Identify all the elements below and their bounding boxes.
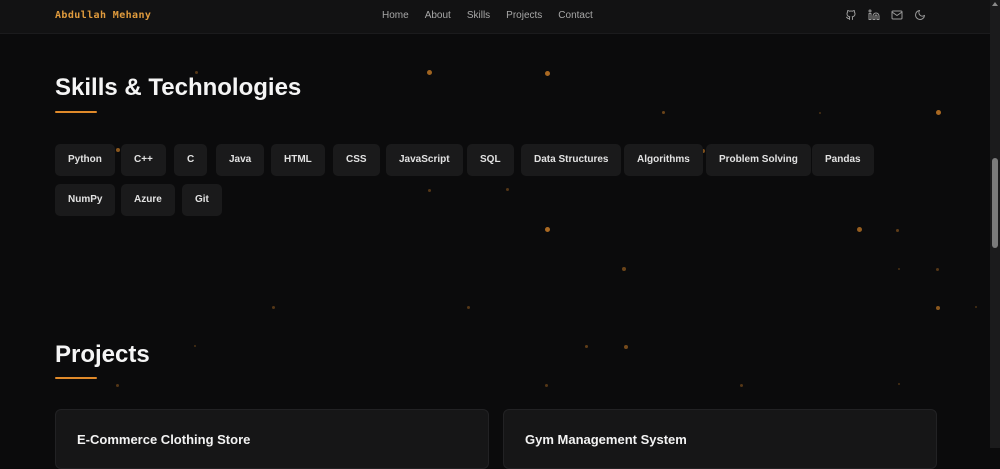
particle — [272, 306, 275, 309]
particle — [427, 70, 432, 75]
particle — [936, 306, 940, 310]
nav-link-projects[interactable]: Projects — [506, 10, 542, 21]
projects-title-underline — [55, 377, 97, 379]
particle — [898, 383, 900, 385]
skill-chip[interactable]: Problem Solving — [706, 144, 811, 176]
particle — [585, 345, 588, 348]
skill-chip[interactable]: JavaScript — [386, 144, 463, 176]
github-icon[interactable] — [845, 9, 857, 21]
particle — [936, 268, 939, 271]
nav-link-contact[interactable]: Contact — [558, 10, 592, 21]
skills-title-underline — [55, 111, 97, 113]
skill-chip[interactable]: CSS — [333, 144, 380, 176]
nav-link-about[interactable]: About — [425, 10, 451, 21]
nav-icons — [845, 9, 937, 21]
linkedin-icon[interactable] — [868, 9, 880, 21]
skill-chip[interactable]: C++ — [121, 144, 166, 176]
project-card[interactable]: E-Commerce Clothing Store — [55, 409, 489, 469]
skill-chip[interactable]: Data Structures — [521, 144, 622, 176]
nav-link-skills[interactable]: Skills — [467, 10, 490, 21]
scrollbar-thumb[interactable] — [992, 158, 998, 248]
projects-section-title: Projects — [55, 341, 150, 368]
skill-chip[interactable]: Git — [182, 184, 222, 216]
skill-chip[interactable]: Azure — [121, 184, 175, 216]
brand-logo[interactable]: Abdullah Mehany — [55, 10, 151, 21]
skill-chip[interactable]: Pandas — [812, 144, 874, 176]
moon-icon[interactable] — [914, 9, 926, 21]
particle — [116, 384, 119, 387]
skill-chip[interactable]: Python — [55, 144, 115, 176]
project-card-title: E-Commerce Clothing Store — [77, 432, 251, 447]
particle — [975, 306, 977, 308]
particle — [898, 268, 900, 270]
scroll-up-arrow-icon[interactable] — [992, 2, 998, 6]
particle — [622, 267, 626, 271]
particle — [936, 110, 941, 115]
particle — [467, 306, 470, 309]
particle — [428, 189, 431, 192]
page-scrollbar[interactable] — [990, 0, 1000, 448]
particle — [740, 384, 743, 387]
particle — [545, 71, 550, 76]
skill-chip[interactable]: SQL — [467, 144, 514, 176]
particle — [624, 345, 628, 349]
mail-icon[interactable] — [891, 9, 903, 21]
nav-link-home[interactable]: Home — [382, 10, 409, 21]
skill-chip[interactable]: Algorithms — [624, 144, 703, 176]
particle — [857, 227, 862, 232]
skill-chip[interactable]: Java — [216, 144, 265, 176]
navbar: Abdullah Mehany Home About Skills Projec… — [0, 0, 990, 34]
particle — [662, 111, 665, 114]
skill-chip[interactable]: C — [174, 144, 208, 176]
particle — [896, 229, 899, 232]
nav-links: Home About Skills Projects Contact — [382, 10, 609, 21]
particle — [194, 345, 196, 347]
particle-background — [0, 0, 990, 448]
particle — [819, 112, 821, 114]
project-card[interactable]: Gym Management System — [503, 409, 937, 469]
skill-chip[interactable]: HTML — [271, 144, 325, 176]
skill-chip[interactable]: NumPy — [55, 184, 116, 216]
skills-section-title: Skills & Technologies — [55, 74, 302, 101]
particle — [506, 188, 509, 191]
project-card-title: Gym Management System — [525, 432, 687, 447]
particle — [116, 148, 120, 152]
particle — [545, 227, 550, 232]
particle — [545, 384, 548, 387]
